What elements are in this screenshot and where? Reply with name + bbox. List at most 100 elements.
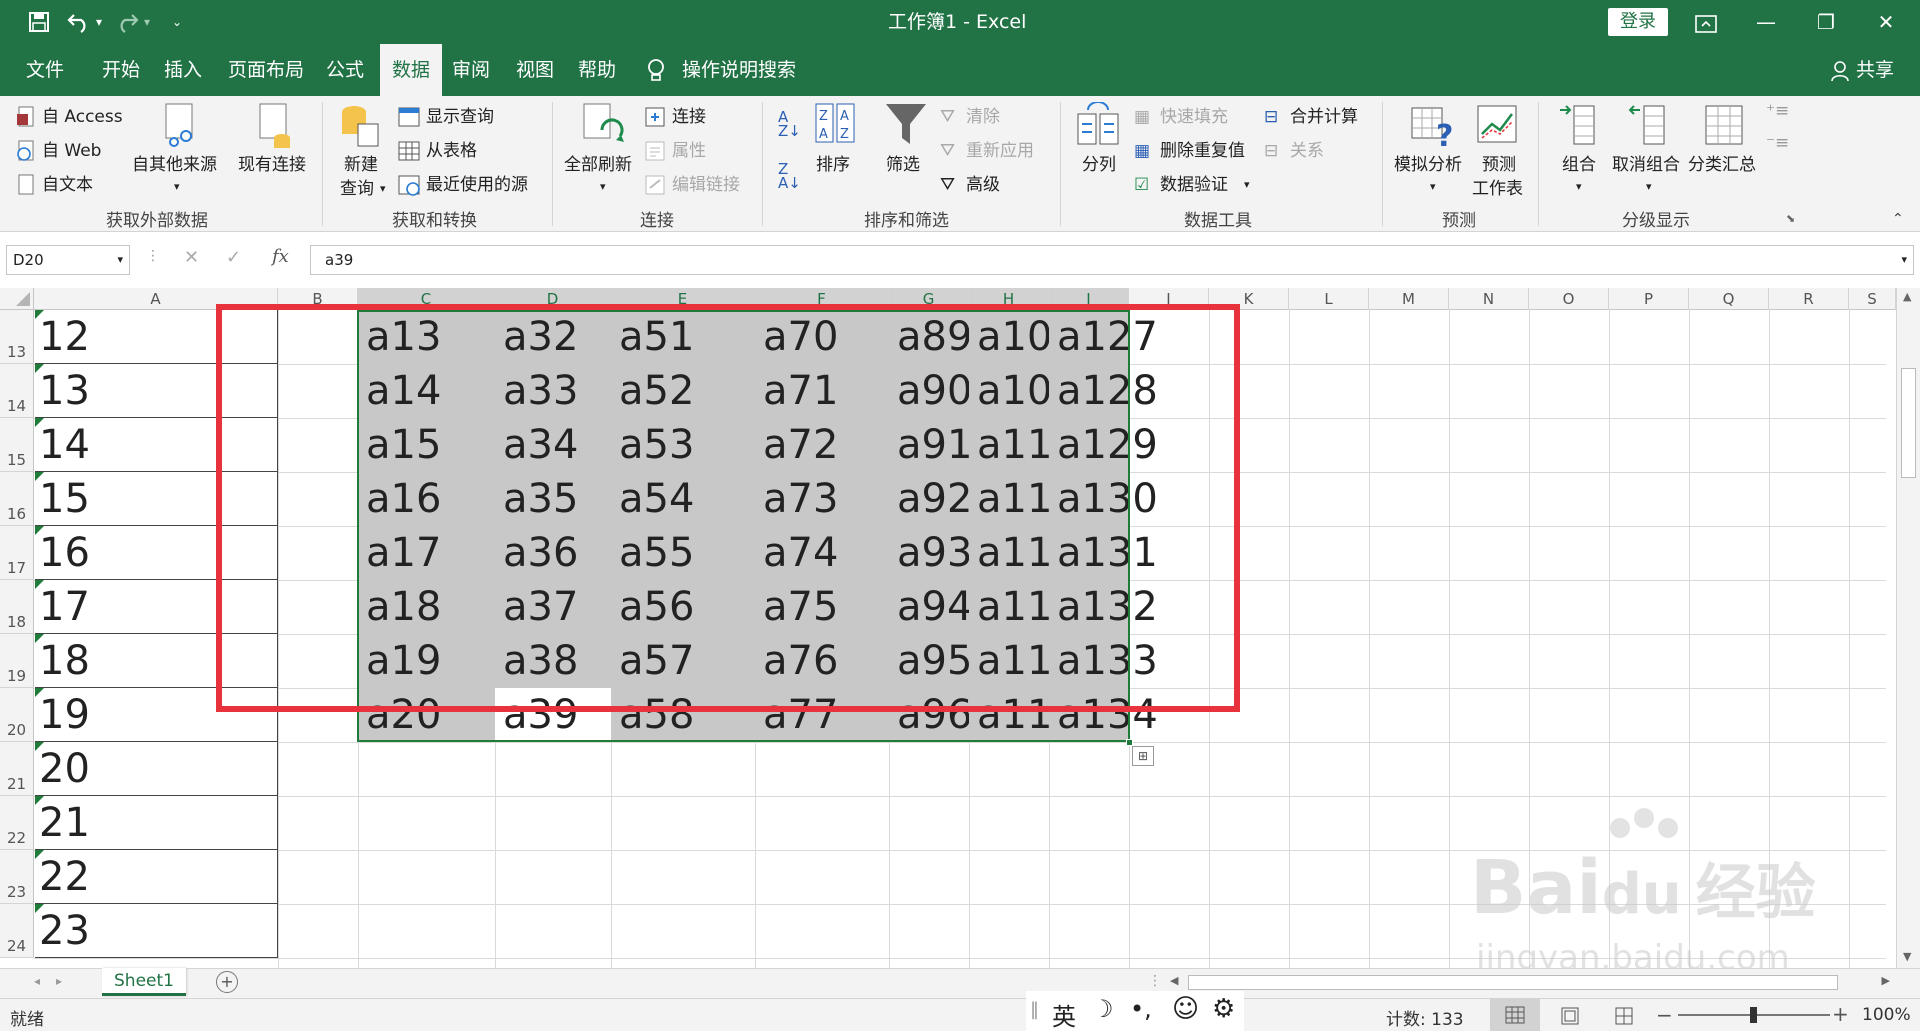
tab-page-layout[interactable]: 页面布局 bbox=[224, 44, 308, 96]
name-box-dropdown-icon[interactable]: ▾ bbox=[117, 246, 123, 274]
expand-formula-bar-icon[interactable]: ▾ bbox=[1901, 246, 1907, 274]
cell-a21[interactable]: 20 bbox=[35, 742, 278, 796]
new-query-button-line2[interactable]: 查询 bbox=[340, 178, 374, 200]
other-sources-dropdown-icon[interactable]: ▾ bbox=[174, 176, 180, 198]
horizontal-scrollbar[interactable]: ◀ ▶ bbox=[1166, 972, 1894, 994]
scroll-down-icon[interactable]: ▼ bbox=[1903, 950, 1911, 963]
tell-me-search[interactable]: 操作说明搜索 bbox=[678, 44, 800, 96]
from-access-button[interactable]: 自 Access bbox=[42, 106, 123, 128]
tab-help[interactable]: 帮助 bbox=[574, 44, 620, 96]
tab-review[interactable]: 审阅 bbox=[448, 44, 494, 96]
new-query-dropdown-icon[interactable]: ▾ bbox=[380, 178, 386, 200]
forecast-sheet-button[interactable]: 预测 bbox=[1482, 154, 1516, 176]
tab-insert[interactable]: 插入 bbox=[160, 44, 206, 96]
data-validation-button[interactable]: 数据验证 bbox=[1160, 174, 1228, 196]
reapply-filter-button[interactable]: 重新应用 bbox=[966, 140, 1034, 162]
text-to-columns-button[interactable]: 分列 bbox=[1082, 154, 1116, 176]
insert-function-icon[interactable]: fx bbox=[272, 246, 289, 267]
prev-sheet-icon[interactable]: ◂ bbox=[34, 974, 40, 988]
tab-file[interactable]: 文件 bbox=[22, 44, 68, 96]
next-sheet-icon[interactable]: ▸ bbox=[56, 974, 62, 988]
undo-dropdown-icon[interactable]: ▾ bbox=[96, 8, 102, 36]
tab-home[interactable]: 开始 bbox=[98, 44, 144, 96]
scroll-right-icon[interactable]: ▶ bbox=[1882, 974, 1890, 987]
customize-toolbar-icon[interactable]: ⌄ bbox=[172, 8, 182, 36]
minimize-button[interactable]: — bbox=[1736, 0, 1796, 44]
tab-formulas[interactable]: 公式 bbox=[322, 44, 368, 96]
formula-input[interactable]: a39 ▾ bbox=[310, 245, 1914, 275]
row-header-14[interactable]: 14 bbox=[0, 364, 34, 418]
sheet-tab-sheet1[interactable]: Sheet1 bbox=[102, 968, 186, 996]
column-header-o[interactable]: O bbox=[1529, 288, 1609, 310]
scroll-thumb[interactable] bbox=[1901, 368, 1916, 478]
row-header-16[interactable]: 16 bbox=[0, 472, 34, 526]
edit-links-button[interactable]: 编辑链接 bbox=[672, 174, 740, 196]
from-text-button[interactable]: 自文本 bbox=[42, 174, 93, 196]
page-break-view-icon[interactable] bbox=[1614, 1007, 1634, 1025]
redo-icon[interactable] bbox=[114, 11, 140, 33]
data-validation-dropdown-icon[interactable]: ▾ bbox=[1244, 174, 1250, 196]
show-detail-icon[interactable]: ⁺≡ bbox=[1766, 100, 1789, 122]
add-sheet-icon[interactable]: + bbox=[216, 971, 238, 993]
cell-a24[interactable]: 23 bbox=[35, 904, 278, 958]
column-header-l[interactable]: L bbox=[1289, 288, 1369, 310]
zoom-slider-thumb[interactable] bbox=[1750, 1007, 1757, 1023]
enter-icon[interactable]: ✓ bbox=[226, 247, 241, 268]
collapse-ribbon-icon[interactable]: ⌃ bbox=[1892, 208, 1904, 230]
login-button[interactable]: 登录 bbox=[1608, 8, 1668, 36]
group-dropdown-icon[interactable]: ▾ bbox=[1576, 176, 1582, 198]
quick-analysis-icon[interactable]: ⊞ bbox=[1132, 746, 1154, 766]
settings-gear-icon[interactable]: ⚙ bbox=[1212, 994, 1235, 1024]
scroll-left-icon[interactable]: ◀ bbox=[1170, 974, 1178, 987]
cancel-icon[interactable]: ✕ bbox=[184, 247, 199, 268]
punctuation-icon[interactable]: •, bbox=[1130, 995, 1152, 1023]
tab-split-grip-icon[interactable]: ⋮ bbox=[1148, 973, 1162, 989]
from-other-sources-button[interactable]: 自其他来源 bbox=[132, 154, 217, 176]
column-header-m[interactable]: M bbox=[1369, 288, 1449, 310]
fill-handle[interactable] bbox=[1126, 739, 1133, 746]
row-header-22[interactable]: 22 bbox=[0, 796, 34, 850]
ungroup-button[interactable]: 取消组合 bbox=[1612, 154, 1680, 176]
sort-descending-icon[interactable]: Z A↓ bbox=[778, 162, 801, 191]
row-header-23[interactable]: 23 bbox=[0, 850, 34, 904]
column-header-p[interactable]: P bbox=[1609, 288, 1689, 310]
show-queries-button[interactable]: 显示查询 bbox=[426, 106, 494, 128]
row-header-13[interactable]: 13 bbox=[0, 310, 34, 364]
properties-button[interactable]: 属性 bbox=[672, 140, 706, 162]
recent-sources-button[interactable]: 最近使用的源 bbox=[426, 174, 528, 196]
refresh-all-dropdown-icon[interactable]: ▾ bbox=[600, 176, 606, 198]
row-header-15[interactable]: 15 bbox=[0, 418, 34, 472]
worksheet-grid[interactable]: A B C D E F G H I J K L M N O P Q R S 13… bbox=[0, 288, 1920, 968]
advanced-filter-button[interactable]: 高级 bbox=[966, 174, 1000, 196]
what-if-dropdown-icon[interactable]: ▾ bbox=[1430, 176, 1436, 198]
new-query-button[interactable]: 新建 bbox=[344, 154, 378, 176]
tab-data[interactable]: 数据 bbox=[380, 44, 442, 96]
scroll-up-icon[interactable]: ▲ bbox=[1903, 290, 1911, 303]
undo-icon[interactable] bbox=[66, 11, 92, 33]
ime-language-button[interactable]: 英 bbox=[1052, 997, 1076, 1032]
row-header-20[interactable]: 20 bbox=[0, 688, 34, 742]
row-header-21[interactable]: 21 bbox=[0, 742, 34, 796]
column-header-r[interactable]: R bbox=[1769, 288, 1849, 310]
select-all-corner[interactable] bbox=[0, 288, 34, 310]
sort-ascending-icon[interactable]: A Z↓ bbox=[778, 110, 801, 139]
column-header-s[interactable]: S bbox=[1849, 288, 1896, 310]
vertical-scrollbar[interactable]: ▲ ▼ bbox=[1896, 288, 1920, 968]
ribbon-display-options-icon[interactable] bbox=[1676, 0, 1736, 44]
remove-duplicates-button[interactable]: 删除重复值 bbox=[1160, 140, 1245, 162]
sort-button[interactable]: 排序 bbox=[816, 154, 850, 176]
column-header-q[interactable]: Q bbox=[1689, 288, 1769, 310]
emoji-icon[interactable]: ☺ bbox=[1172, 994, 1199, 1024]
ungroup-dropdown-icon[interactable]: ▾ bbox=[1646, 176, 1652, 198]
what-if-analysis-button[interactable]: 模拟分析 bbox=[1394, 154, 1462, 176]
subtotal-button[interactable]: 分类汇总 bbox=[1688, 154, 1756, 176]
zoom-in-icon[interactable]: + bbox=[1832, 1002, 1849, 1026]
clear-filter-button[interactable]: 清除 bbox=[966, 106, 1000, 128]
filter-button[interactable]: 筛选 bbox=[886, 154, 920, 176]
cell-a22[interactable]: 21 bbox=[35, 796, 278, 850]
zoom-level[interactable]: 100% bbox=[1862, 1005, 1911, 1025]
moon-icon[interactable]: ☽ bbox=[1092, 995, 1114, 1023]
cell-a23[interactable]: 22 bbox=[35, 850, 278, 904]
normal-view-icon[interactable] bbox=[1490, 999, 1540, 1031]
row-header-19[interactable]: 19 bbox=[0, 634, 34, 688]
